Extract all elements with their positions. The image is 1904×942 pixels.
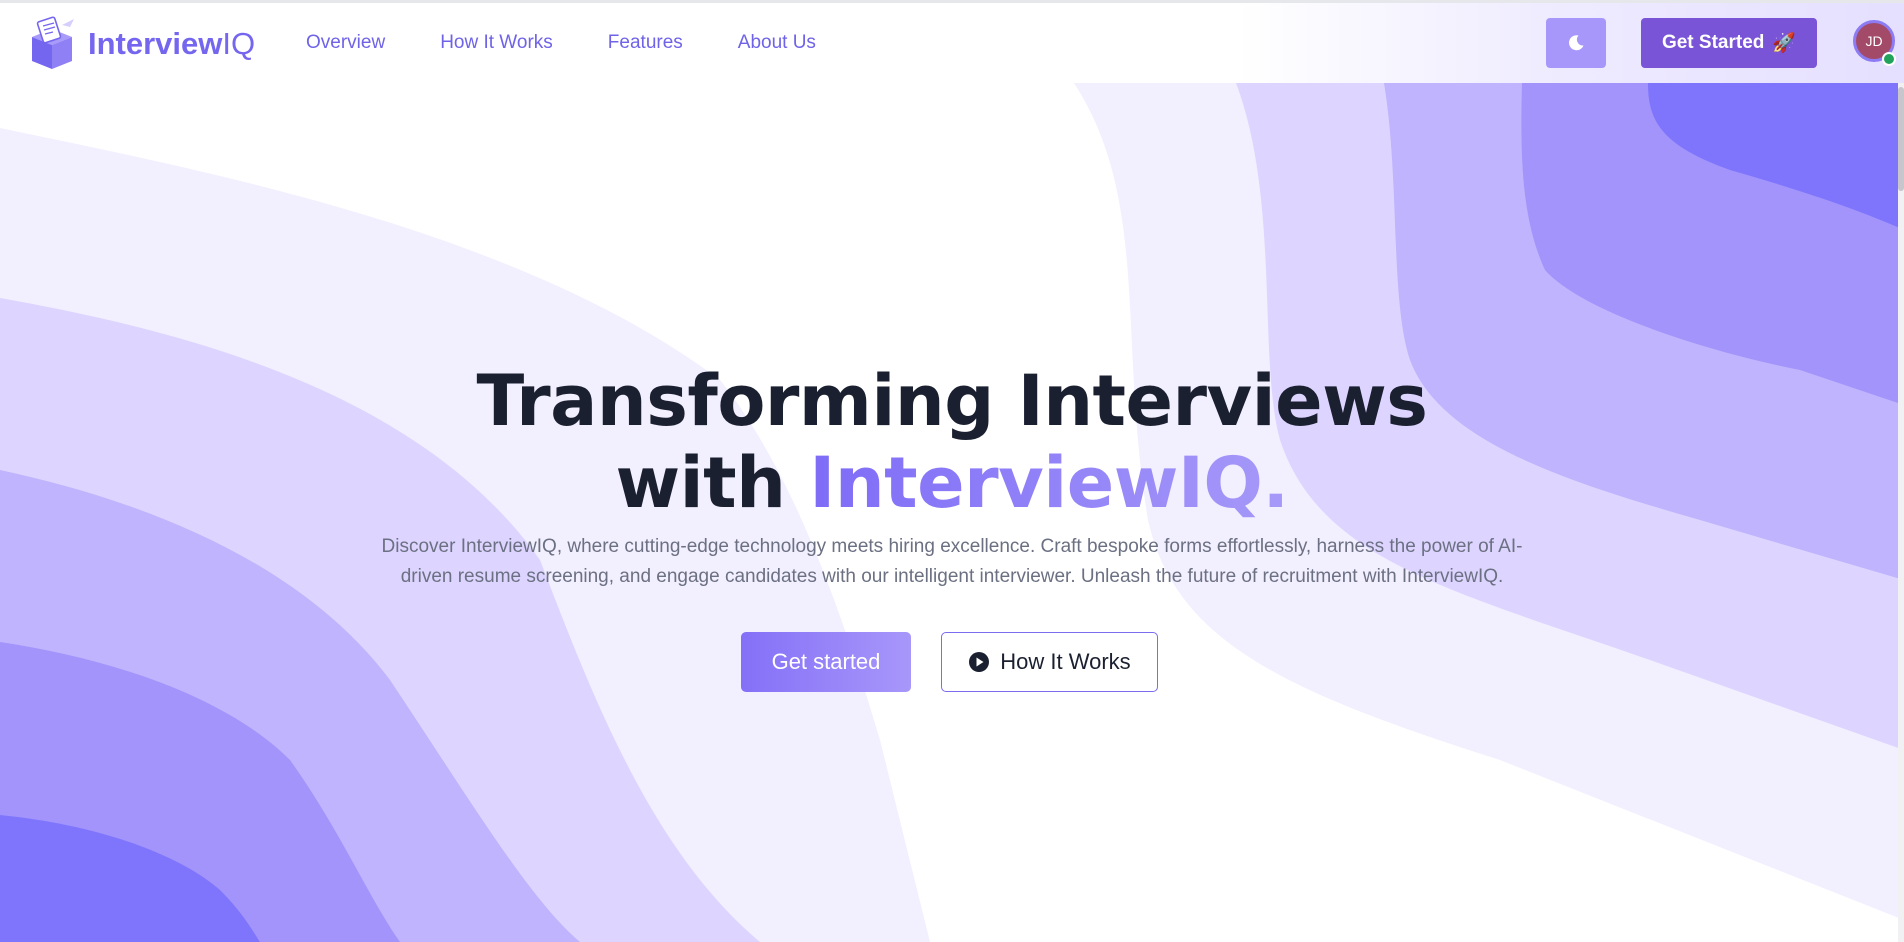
nav-link-how-it-works[interactable]: How It Works [440,32,553,54]
page-scrollbar[interactable] [1898,83,1904,942]
theme-toggle-button[interactable] [1546,18,1606,68]
brand-name-bold: Interview [88,26,223,61]
brand-name-regular: IQ [222,26,256,61]
hero-description: Discover InterviewIQ, where cutting-edge… [381,536,1523,587]
box-logo-icon [32,16,74,69]
hero-title-line1: Transforming Interviews [476,360,1428,442]
nav-links: Overview How It Works Features About Us [306,3,871,83]
get-started-hero-button[interactable]: Get started [741,632,911,692]
moon-icon [1569,35,1584,51]
how-it-works-hero-button[interactable]: How It Works [941,632,1158,692]
rocket-icon: 🚀 [1772,33,1797,54]
nav-link-overview[interactable]: Overview [306,32,385,54]
brand-home-link[interactable]: InterviewIQ [24,15,255,73]
how-it-works-hero-label: How It Works [1000,649,1131,674]
brand-name: InterviewIQ [88,24,255,64]
nav-link-features[interactable]: Features [608,32,683,54]
hero-title-accent: InterviewIQ. [809,442,1289,524]
navbar: InterviewIQ Overview How It Works Featur… [0,3,1904,83]
top-border-line [0,0,1904,3]
get-started-nav-label: Get Started [1661,32,1765,53]
hero-title-line2-prefix: with [615,442,810,524]
play-circle-icon [969,652,990,672]
hero-title: Transforming Interviews with InterviewIQ… [400,360,1504,524]
get-started-nav-button[interactable]: Get Started 🚀 [1641,18,1817,68]
nav-link-about-us[interactable]: About Us [738,32,816,54]
scrollbar-thumb[interactable] [1898,87,1904,191]
online-status-dot [1882,52,1896,66]
